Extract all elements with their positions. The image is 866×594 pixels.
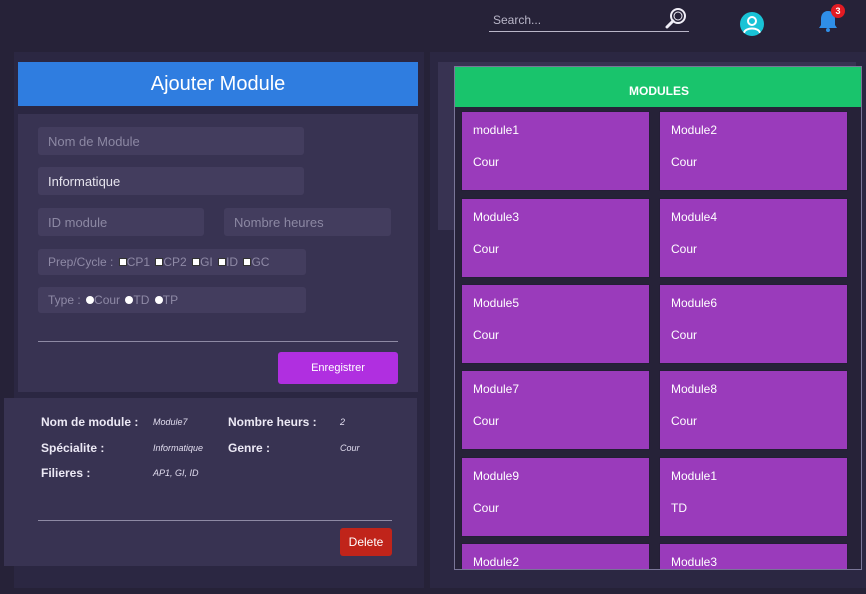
module-card[interactable]: Module3 [659,543,848,569]
module-card[interactable]: Module3 Cour [461,198,650,278]
module-name: Module3 [671,555,718,569]
hours-input[interactable] [224,208,391,236]
cycle-label: Prep/Cycle : [48,255,114,269]
checkbox-cp1[interactable] [118,258,127,266]
detail-genre-label: Genre : [228,441,271,455]
module-id-input[interactable] [38,208,204,236]
module-type: Cour [671,242,698,256]
detail-divider [38,520,392,521]
option-cp2: CP2 [163,255,187,269]
detail-speciality-value: Informatique [153,443,204,453]
module-name: Module6 [671,296,718,310]
module-name: Module3 [473,210,520,224]
detail-name-value: Module7 [153,417,188,427]
detail-speciality-label: Spécialite : [41,441,105,455]
module-type: Cour [671,155,698,169]
checkbox-id[interactable] [218,258,227,266]
module-name-input[interactable] [38,127,304,155]
module-card[interactable]: Module5 Cour [461,284,650,364]
module-type: Cour [671,414,698,428]
module-type: Cour [473,328,500,342]
option-id: ID [226,255,239,269]
module-card[interactable]: Module8 Cour [659,370,848,450]
modules-title: MODULES [455,67,861,107]
module-name: Module7 [473,382,520,396]
module-name: Module5 [473,296,520,310]
detail-name-label: Nom de module : [41,415,139,429]
search-bar [489,8,689,32]
checkbox-gi[interactable] [192,258,201,266]
detail-hours-value: 2 [340,417,346,427]
module-type: Cour [473,501,500,515]
option-cp1: CP1 [126,255,151,269]
radio-tp[interactable] [154,296,163,304]
module-card[interactable]: Module9 Cour [461,457,650,537]
form-title: Ajouter Module [18,62,418,106]
module-type: TD [671,501,687,515]
module-name: module1 [473,123,520,137]
option-td: TD [133,293,150,307]
detail-hours-label: Nombre heurs : [228,415,317,429]
option-gi: GI [200,255,213,269]
cycle-field: Prep/Cycle : CP1 CP2 GI ID GC [38,249,306,275]
module-card[interactable]: module1 Cour [461,111,650,191]
option-tp: TP [162,293,179,307]
option-gc: GC [251,255,270,269]
module-type: Cour [473,242,500,256]
module-card[interactable]: Module7 Cour [461,370,650,450]
notification-badge: 3 [831,4,845,18]
type-field: Type : Cour TD TP [38,287,306,313]
module-card[interactable]: Module1 TD [659,457,848,537]
user-avatar-icon[interactable] [740,12,764,36]
type-label: Type : [48,293,81,307]
detail-filieres-value: AP1, GI, ID [153,468,199,478]
module-card[interactable]: Module2 Cour [659,111,848,191]
module-type: Cour [473,414,500,428]
module-card[interactable]: Module6 Cour [659,284,848,364]
module-name: Module9 [473,469,520,483]
top-bar: 3 [0,0,866,48]
module-name: Module8 [671,382,718,396]
speciality-input[interactable] [38,167,304,195]
module-type: Cour [473,155,500,169]
module-name: Module4 [671,210,718,224]
module-card[interactable]: Module2 [461,543,650,569]
module-name: Module2 [473,555,520,569]
module-name: Module1 [671,469,718,483]
module-card[interactable]: Module4 Cour [659,198,848,278]
detail-genre-value: Cour [340,443,360,453]
radio-cour[interactable] [86,296,95,304]
search-input[interactable] [493,10,663,30]
module-name: Module2 [671,123,718,137]
delete-button[interactable]: Delete [340,528,392,556]
search-icon[interactable] [665,7,687,29]
option-cour: Cour [94,293,121,307]
detail-filieres-label: Filieres : [41,466,91,480]
module-type: Cour [671,328,698,342]
modules-panel: MODULES module1 Cour Module2 Cour Module… [454,66,862,570]
save-button[interactable]: Enregistrer [278,352,398,384]
form-divider [38,341,398,342]
